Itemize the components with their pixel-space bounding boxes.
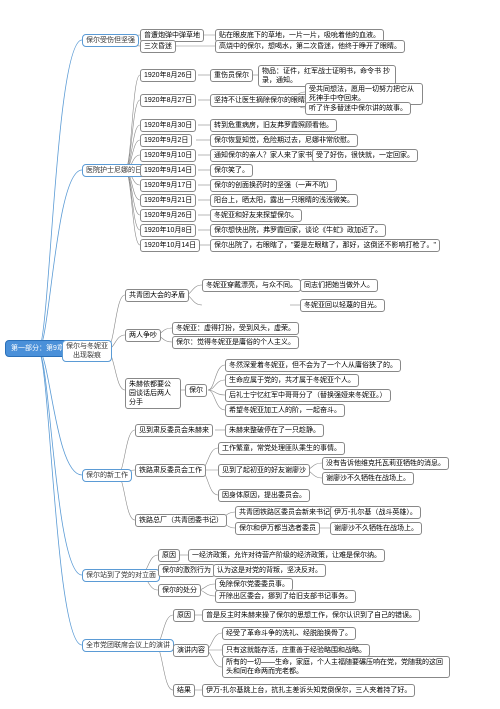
b6-c2: 演讲内容 [173, 644, 209, 657]
b2-d4a: 保尔恢复知觉，危险期过去，尼娜非常欣慰。 [210, 134, 358, 147]
b3-c1c: 冬妮亚回以轻蔑的目光。 [300, 299, 385, 312]
b4-c3a: 共青团铁路区委员会新来书记 [235, 506, 334, 519]
b3-c2b: 保尔：觉得冬妮亚是庸俗的个人主义。 [172, 336, 299, 349]
b2-d5: 1920年9月10日 [140, 149, 196, 162]
b3-c3b: 生命应属于党的，共才属于冬妮亚个人。 [225, 374, 359, 387]
b4[interactable]: 保尔的新工作 [82, 469, 132, 482]
b4-c3a1: 伊万-扎尔基（战斗英雄）。 [330, 506, 421, 519]
b2-d5a: 通知保尔的亲人？家人来了家书。 [210, 149, 323, 162]
b2-d10: 1920年10月8日 [140, 224, 196, 237]
b3-c3c: 后礼士宁忆红军中哥哥分了（替换强娅来冬妮亚。） [225, 389, 391, 402]
b4-c2: 铁路肃反委员会工作 [135, 464, 206, 477]
b5-c1: 原因 [158, 549, 180, 562]
b3-c2: 两人争吵 [125, 329, 161, 342]
b2-d8a: 阳台上，晒太阳，露出一只眼睛的浅浅微笑。 [210, 194, 358, 207]
b4-c2a: 工作繁童，常党处理匪队乘生的事情。 [218, 442, 345, 455]
b4-c2c: 因身体原因，提出委员会。 [218, 489, 310, 502]
b2-d11a: 保尔出院了，右眼瞎了，"要是左眼瞎了，那好，这倒还不影响打枪了。" [210, 239, 440, 252]
b4-c3b: 保尔和伊万都当选者委员 [235, 522, 320, 535]
b6-c2c: 所有的一切——生命，家庭，个人主福随要碾压响在党，党随我的这回头和同在命两而完老… [222, 656, 450, 678]
b1[interactable]: 保尔受伤但坚强 [82, 34, 139, 47]
b2-d9a: 冬妮亚和好友来探望保尔。 [210, 209, 302, 222]
b4-c3t: 铁路总厂（共青团委书记） [135, 514, 227, 527]
root[interactable]: 第一部分：第9章 [5, 340, 70, 357]
b2-d6a: 保尔笑了。 [210, 164, 253, 177]
b4-c2b: 见到了起初亚的好友谢廖沙 [218, 464, 310, 477]
b4-c2b1: 没有告诉他维克托瓦莉亚牺牲的消息。 [322, 457, 449, 470]
b6-c1: 原因 [173, 609, 195, 622]
b2-d1: 1920年8月26日 [140, 69, 196, 82]
b1-c2: 三次昏迷 [140, 40, 176, 53]
b2-d3: 1920年8月30日 [140, 119, 196, 132]
b6-c1a: 曾是反主时朱赫来操了保尔的思想工作，保尔认识到了自己的错误。 [202, 609, 420, 622]
b4-c2b2: 谢廖沙不久牺牲在战场上。 [322, 472, 414, 485]
b6-c3: 结果 [173, 684, 195, 697]
b2-d2: 1920年8月27日 [140, 94, 196, 107]
b3-c3d: 希望冬妮亚加工人的阶，一起奋斗。 [225, 404, 345, 417]
b5-c3: 保尔的处分 [158, 584, 201, 597]
b3-c3t: 保尔 [185, 384, 207, 397]
b3-c3: 朱赫依都要公园谈话后两人分手 [125, 378, 181, 409]
b2-d2b2: 听了许多替迷中保尔讲的故事。 [305, 102, 411, 115]
b4-c3b1: 谢廖沙不久牺牲在战场上。 [330, 522, 422, 535]
b3-c1: 共青团大会的矛盾 [125, 289, 189, 302]
b6-c2a: 经受了革命斗争的洗礼、经脱胎换骨了。 [222, 627, 356, 640]
b3-c2a: 冬妮亚：虚得打扮，受到风头，虚荣。 [172, 322, 299, 335]
b2-d7: 1920年9月17日 [140, 179, 196, 192]
b5-c1a: 一经济政策，允许对待营产阶级的经济政策，让难是保尔纳。 [188, 549, 385, 562]
b5-c2a: 认为这是对党的背叛，坚决反对。 [213, 564, 326, 577]
b2-d6: 1920年9月14日 [140, 164, 196, 177]
b3[interactable]: 保尔与冬妮亚出现裂痕 [62, 340, 112, 362]
b2-d4: 1920年9月2日 [140, 134, 192, 147]
b2-d11: 1920年10月14日 [140, 239, 200, 252]
b2-d3a: 转到危重病房，旧友弗罗霞照顾看他。 [210, 119, 337, 132]
b2-d7a: 保尔的创面换药时的坚强（一声不吭） [210, 179, 337, 192]
b3-c1a: 冬妮亚穿戴漂亮，与众不同。 [202, 279, 301, 292]
b2-d5b: 受了好伤，很快就，一定回家。 [312, 149, 418, 162]
b5-c2: 保尔的激烈行为 [158, 564, 215, 577]
b4-c1: 见到肃反委员会朱赫来 [135, 424, 213, 437]
b4-c1a: 朱赫来整破停在了一只趁静。 [225, 424, 324, 437]
b6[interactable]: 全市党团联席会议上的演讲 [82, 639, 174, 652]
b5-c3b: 开除出区委会，挪到了给旧支部书记事务。 [215, 590, 356, 603]
b6-c3a: 伊万-扎尔基跳上台，抗扎主差诉头知党倒保尔，三人夹着持了好。 [202, 684, 415, 697]
b1-c2a: 高烧中的保尔，想喝水，第二次昏迷，他终于睁开了眼睛。 [215, 40, 405, 53]
b3-c1b: 同志们把她当做外人。 [300, 279, 378, 292]
b2-d10a: 保尔想快出院，弗罗霞回家，谈论《牛虻》政加近了。 [210, 224, 386, 237]
b3-c3a: 冬然深爱着冬妮亚，但不会为了一个人从庸俗狭了的。 [225, 359, 401, 372]
b2-d1a: 重伤员保尔 [210, 69, 253, 82]
b2-d9: 1920年9月26日 [140, 209, 196, 222]
b5[interactable]: 保尔站到了党的对立面 [82, 569, 160, 582]
b2-d2a: 坚持不让医生摘除保尔的眼睛 [210, 94, 309, 107]
b2-d8: 1920年9月21日 [140, 194, 196, 207]
